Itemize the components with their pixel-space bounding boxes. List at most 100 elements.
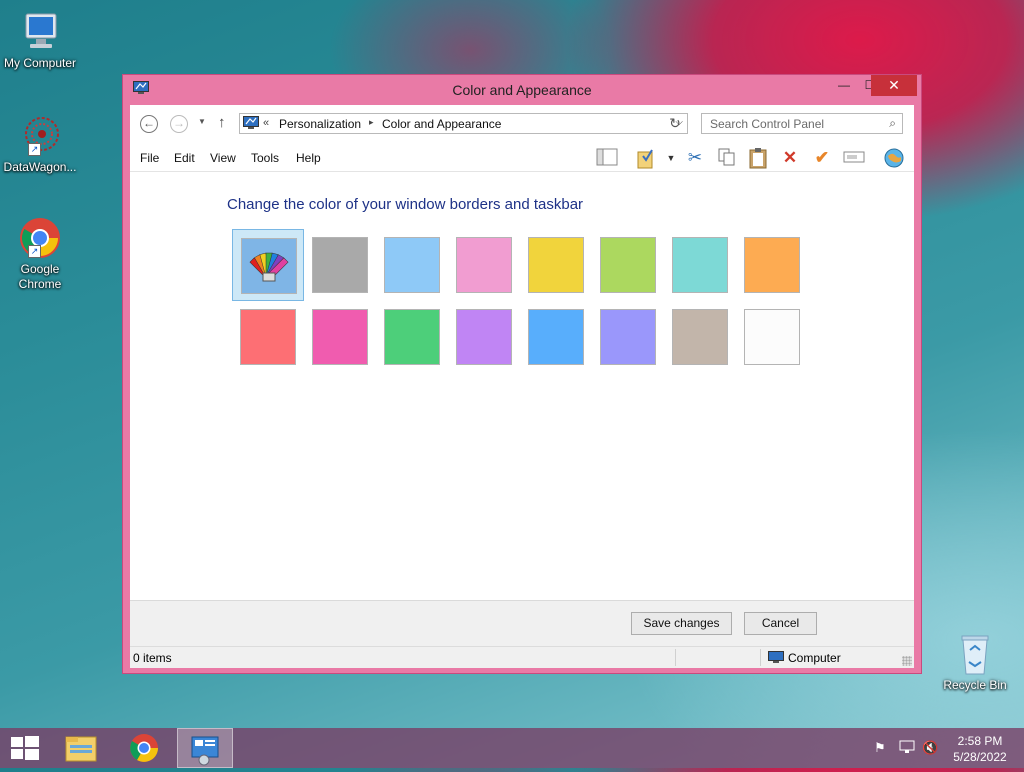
swatch-fill bbox=[744, 237, 800, 293]
status-bar: 0 items Computer bbox=[130, 646, 914, 668]
up-arrow-icon[interactable]: ↑ bbox=[218, 114, 226, 131]
status-divider bbox=[675, 649, 676, 666]
color-swatch-light-blue[interactable] bbox=[376, 229, 448, 301]
swatch-fill bbox=[384, 237, 440, 293]
window-title: Color and Appearance bbox=[452, 82, 592, 98]
rename-icon[interactable] bbox=[843, 147, 865, 169]
menu-view[interactable]: View bbox=[210, 151, 236, 165]
swatch-fill bbox=[456, 237, 512, 293]
navigation-bar: ← → ▼ ↑ « Personalization ▸ Color and Ap… bbox=[130, 105, 914, 143]
breadcrumb-separator-icon[interactable]: ▸ bbox=[369, 117, 374, 128]
swatch-fill bbox=[240, 309, 296, 365]
menu-help[interactable]: Help bbox=[296, 151, 321, 165]
button-footer: Save changes Cancel bbox=[130, 600, 914, 647]
window-titlebar[interactable]: Color and Appearance — ☐ ✕ bbox=[123, 75, 921, 105]
close-button[interactable]: ✕ bbox=[871, 75, 917, 96]
shortcut-arrow-icon: ↗ bbox=[28, 143, 41, 156]
cancel-button[interactable]: Cancel bbox=[744, 612, 817, 635]
search-placeholder: Search Control Panel bbox=[710, 117, 825, 131]
cut-icon[interactable]: ✂ bbox=[684, 147, 706, 169]
color-swatch-gray[interactable] bbox=[304, 229, 376, 301]
color-swatch-orange[interactable] bbox=[736, 229, 808, 301]
back-arrow-icon[interactable]: ← bbox=[140, 115, 158, 133]
color-swatch-automatic[interactable] bbox=[232, 229, 304, 301]
refresh-icon[interactable]: ↻ bbox=[664, 113, 686, 134]
menu-file[interactable]: File bbox=[140, 151, 159, 165]
color-swatch-red[interactable] bbox=[232, 301, 304, 373]
color-swatch-lime[interactable] bbox=[592, 229, 664, 301]
color-swatch-purple[interactable] bbox=[448, 301, 520, 373]
desktop-icon-label: Google Chrome bbox=[18, 262, 62, 291]
computer-icon bbox=[18, 10, 62, 54]
desktop-icon-google-chrome[interactable]: ↗ Google Chrome bbox=[0, 216, 80, 292]
clock-date: 5/28/2022 bbox=[953, 750, 1007, 764]
copy-icon[interactable] bbox=[716, 147, 738, 169]
volume-muted-icon[interactable]: 🔇 bbox=[922, 740, 938, 756]
color-swatch-yellow[interactable] bbox=[520, 229, 592, 301]
menu-bar: File Edit View Tools Help ▼ ✂ ✕ ✔ bbox=[130, 143, 914, 172]
minimize-button[interactable]: — bbox=[831, 75, 857, 96]
search-icon[interactable]: ⌕ bbox=[889, 116, 896, 131]
control-panel-icon bbox=[243, 116, 259, 129]
swatch-fill bbox=[312, 309, 368, 365]
forward-arrow-icon[interactable]: → bbox=[170, 115, 188, 133]
desktop-icon-datawagon[interactable]: ↗ DataWagon... bbox=[0, 114, 80, 175]
address-bar[interactable]: « Personalization ▸ Color and Appearance… bbox=[239, 113, 688, 134]
breadcrumb-color-and-appearance[interactable]: Color and Appearance bbox=[382, 117, 501, 131]
color-swatch-pink[interactable] bbox=[448, 229, 520, 301]
desktop-icon-my-computer[interactable]: My Computer bbox=[0, 10, 80, 71]
desktop-icon-label: DataWagon... bbox=[3, 160, 77, 174]
color-palette-icon bbox=[249, 252, 289, 282]
color-swatch-white[interactable] bbox=[736, 301, 808, 373]
page-heading: Change the color of your window borders … bbox=[227, 196, 584, 213]
recycle-bin-icon bbox=[953, 632, 997, 676]
content-pane: Change the color of your window borders … bbox=[130, 172, 914, 600]
color-swatch-periwinkle[interactable] bbox=[592, 301, 664, 373]
taskbar-control-panel[interactable] bbox=[177, 728, 233, 768]
swatch-fill bbox=[456, 309, 512, 365]
status-location: Computer bbox=[788, 651, 841, 665]
network-icon[interactable] bbox=[899, 740, 915, 757]
computer-icon bbox=[768, 651, 784, 663]
shortcut-arrow-icon: ↗ bbox=[28, 245, 41, 258]
color-swatch-blue[interactable] bbox=[520, 301, 592, 373]
save-changes-button[interactable]: Save changes bbox=[631, 612, 732, 635]
windows-logo-icon bbox=[11, 736, 39, 760]
status-item-count: 0 items bbox=[133, 651, 172, 665]
folder-check-icon[interactable] bbox=[635, 147, 657, 169]
delete-icon[interactable]: ✕ bbox=[779, 147, 801, 169]
checkmark-icon[interactable]: ✔ bbox=[811, 147, 833, 169]
start-button[interactable] bbox=[0, 728, 56, 768]
system-clock[interactable]: 2:58 PM 5/28/2022 bbox=[944, 733, 1016, 765]
paste-icon[interactable] bbox=[747, 147, 769, 169]
resize-grip-icon[interactable] bbox=[902, 656, 912, 666]
breadcrumb-personalization[interactable]: Personalization bbox=[279, 117, 361, 131]
color-and-appearance-window: Color and Appearance — ☐ ✕ ← → ▼ ↑ « Per… bbox=[122, 74, 922, 674]
search-input[interactable]: Search Control Panel ⌕ bbox=[701, 113, 903, 134]
status-divider bbox=[760, 649, 761, 666]
menu-edit[interactable]: Edit bbox=[174, 151, 195, 165]
color-swatch-green[interactable] bbox=[376, 301, 448, 373]
color-swatch-magenta[interactable] bbox=[304, 301, 376, 373]
color-swatch-taupe[interactable] bbox=[664, 301, 736, 373]
taskbar-file-explorer[interactable] bbox=[54, 728, 110, 768]
overflow-chevron-icon[interactable]: « bbox=[263, 117, 269, 129]
swatch-fill bbox=[384, 309, 440, 365]
datawagon-icon: ↗ bbox=[18, 114, 62, 158]
menu-tools[interactable]: Tools bbox=[251, 151, 279, 165]
control-panel-icon bbox=[191, 736, 219, 766]
swatch-fill bbox=[672, 309, 728, 365]
color-swatch-teal[interactable] bbox=[664, 229, 736, 301]
chrome-icon: ↗ bbox=[18, 216, 62, 260]
swatch-fill bbox=[600, 237, 656, 293]
layout-icon[interactable] bbox=[596, 147, 618, 169]
globe-icon[interactable] bbox=[883, 147, 905, 169]
desktop-icon-label: Recycle Bin bbox=[943, 678, 1007, 692]
desktop-icon-recycle-bin[interactable]: Recycle Bin bbox=[935, 632, 1015, 693]
taskbar-chrome[interactable] bbox=[116, 728, 172, 768]
dropdown-icon[interactable]: ▼ bbox=[660, 147, 682, 169]
file-explorer-icon bbox=[65, 736, 97, 762]
action-center-flag-icon[interactable]: ⚑ bbox=[874, 740, 886, 756]
recent-pages-chevron-icon[interactable]: ▼ bbox=[198, 117, 206, 126]
swatch-fill bbox=[528, 309, 584, 365]
